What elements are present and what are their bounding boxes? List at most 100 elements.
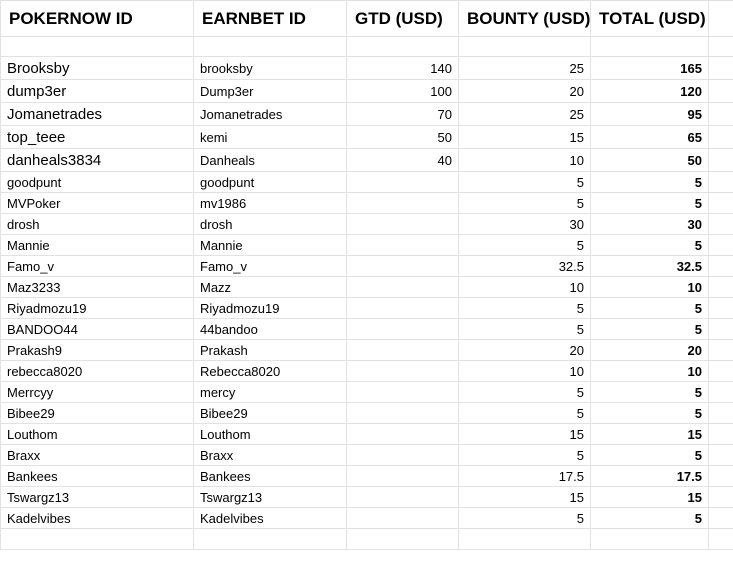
- cell-pokernow-id[interactable]: dump3er: [0, 79, 194, 103]
- cell-bounty-usd[interactable]: 20: [458, 339, 591, 361]
- cell-bounty-usd[interactable]: 5: [458, 297, 591, 319]
- cell-bounty-usd[interactable]: 5: [458, 444, 591, 466]
- cell-empty[interactable]: [590, 36, 709, 57]
- cell-pokernow-id[interactable]: Jomanetrades: [0, 102, 194, 126]
- cell-empty[interactable]: [708, 528, 733, 550]
- cell-gtd-usd[interactable]: [346, 381, 459, 403]
- cell-total-usd[interactable]: 17.5: [590, 465, 709, 487]
- cell-empty[interactable]: [708, 276, 733, 298]
- cell-empty[interactable]: [708, 234, 733, 256]
- cell-pokernow-id[interactable]: Bankees: [0, 465, 194, 487]
- cell-bounty-usd[interactable]: 5: [458, 192, 591, 214]
- cell-empty[interactable]: [458, 528, 591, 550]
- cell-empty[interactable]: [346, 528, 459, 550]
- cell-pokernow-id[interactable]: BANDOO44: [0, 318, 194, 340]
- cell-total-usd[interactable]: 50: [590, 148, 709, 172]
- cell-empty[interactable]: [708, 255, 733, 277]
- cell-gtd-usd[interactable]: [346, 171, 459, 193]
- cell-earnbet-id[interactable]: Kadelvibes: [193, 507, 347, 529]
- cell-total-usd[interactable]: 95: [590, 102, 709, 126]
- cell-gtd-usd[interactable]: [346, 444, 459, 466]
- cell-empty[interactable]: [708, 444, 733, 466]
- cell-earnbet-id[interactable]: Famo_v: [193, 255, 347, 277]
- header-pokernow-id[interactable]: POKERNOW ID: [0, 0, 194, 37]
- cell-pokernow-id[interactable]: drosh: [0, 213, 194, 235]
- cell-bounty-usd[interactable]: 17.5: [458, 465, 591, 487]
- cell-earnbet-id[interactable]: Bibee29: [193, 402, 347, 424]
- cell-earnbet-id[interactable]: Jomanetrades: [193, 102, 347, 126]
- cell-empty[interactable]: [0, 36, 194, 57]
- cell-total-usd[interactable]: 5: [590, 507, 709, 529]
- cell-bounty-usd[interactable]: 15: [458, 486, 591, 508]
- cell-pokernow-id[interactable]: danheals3834: [0, 148, 194, 172]
- cell-empty[interactable]: [708, 148, 733, 172]
- cell-bounty-usd[interactable]: 5: [458, 171, 591, 193]
- cell-pokernow-id[interactable]: Prakash9: [0, 339, 194, 361]
- header-earnbet-id[interactable]: EARNBET ID: [193, 0, 347, 37]
- cell-total-usd[interactable]: 5: [590, 234, 709, 256]
- cell-pokernow-id[interactable]: Tswargz13: [0, 486, 194, 508]
- cell-bounty-usd[interactable]: 5: [458, 234, 591, 256]
- cell-empty[interactable]: [193, 36, 347, 57]
- cell-pokernow-id[interactable]: Riyadmozu19: [0, 297, 194, 319]
- cell-pokernow-id[interactable]: Brooksby: [0, 56, 194, 80]
- cell-total-usd[interactable]: 20: [590, 339, 709, 361]
- cell-empty[interactable]: [708, 465, 733, 487]
- cell-empty[interactable]: [590, 528, 709, 550]
- cell-total-usd[interactable]: 15: [590, 486, 709, 508]
- cell-gtd-usd[interactable]: [346, 297, 459, 319]
- cell-earnbet-id[interactable]: Mazz: [193, 276, 347, 298]
- cell-pokernow-id[interactable]: MVPoker: [0, 192, 194, 214]
- cell-gtd-usd[interactable]: [346, 507, 459, 529]
- cell-total-usd[interactable]: 165: [590, 56, 709, 80]
- cell-bounty-usd[interactable]: 25: [458, 102, 591, 126]
- cell-earnbet-id[interactable]: Rebecca8020: [193, 360, 347, 382]
- cell-gtd-usd[interactable]: [346, 360, 459, 382]
- cell-empty[interactable]: [708, 507, 733, 529]
- cell-bounty-usd[interactable]: 5: [458, 402, 591, 424]
- cell-total-usd[interactable]: 5: [590, 171, 709, 193]
- cell-gtd-usd[interactable]: [346, 339, 459, 361]
- cell-total-usd[interactable]: 30: [590, 213, 709, 235]
- header-gtd-usd[interactable]: GTD (USD): [346, 0, 459, 37]
- cell-earnbet-id[interactable]: mv1986: [193, 192, 347, 214]
- cell-earnbet-id[interactable]: mercy: [193, 381, 347, 403]
- cell-empty[interactable]: [346, 36, 459, 57]
- cell-gtd-usd[interactable]: [346, 318, 459, 340]
- cell-total-usd[interactable]: 5: [590, 381, 709, 403]
- cell-total-usd[interactable]: 5: [590, 402, 709, 424]
- cell-gtd-usd[interactable]: 50: [346, 125, 459, 149]
- header-total-usd[interactable]: TOTAL (USD): [590, 0, 709, 37]
- cell-pokernow-id[interactable]: Merrcyy: [0, 381, 194, 403]
- cell-pokernow-id[interactable]: Famo_v: [0, 255, 194, 277]
- cell-gtd-usd[interactable]: [346, 255, 459, 277]
- cell-pokernow-id[interactable]: Maz3233: [0, 276, 194, 298]
- cell-bounty-usd[interactable]: 10: [458, 360, 591, 382]
- cell-empty[interactable]: [708, 36, 733, 57]
- cell-bounty-usd[interactable]: 20: [458, 79, 591, 103]
- cell-empty[interactable]: [708, 79, 733, 103]
- cell-earnbet-id[interactable]: Bankees: [193, 465, 347, 487]
- cell-empty[interactable]: [708, 381, 733, 403]
- cell-empty[interactable]: [193, 528, 347, 550]
- cell-total-usd[interactable]: 120: [590, 79, 709, 103]
- cell-bounty-usd[interactable]: 10: [458, 148, 591, 172]
- cell-gtd-usd[interactable]: [346, 192, 459, 214]
- cell-empty[interactable]: [708, 318, 733, 340]
- cell-empty[interactable]: [708, 102, 733, 126]
- cell-gtd-usd[interactable]: 70: [346, 102, 459, 126]
- cell-empty[interactable]: [708, 213, 733, 235]
- cell-bounty-usd[interactable]: 5: [458, 507, 591, 529]
- cell-gtd-usd[interactable]: [346, 402, 459, 424]
- cell-empty[interactable]: [0, 528, 194, 550]
- cell-bounty-usd[interactable]: 32.5: [458, 255, 591, 277]
- cell-empty[interactable]: [708, 360, 733, 382]
- cell-gtd-usd[interactable]: [346, 486, 459, 508]
- cell-earnbet-id[interactable]: Tswargz13: [193, 486, 347, 508]
- cell-empty[interactable]: [708, 423, 733, 445]
- cell-pokernow-id[interactable]: Braxx: [0, 444, 194, 466]
- cell-pokernow-id[interactable]: top_teee: [0, 125, 194, 149]
- cell-gtd-usd[interactable]: [346, 465, 459, 487]
- cell-gtd-usd[interactable]: [346, 276, 459, 298]
- cell-bounty-usd[interactable]: 10: [458, 276, 591, 298]
